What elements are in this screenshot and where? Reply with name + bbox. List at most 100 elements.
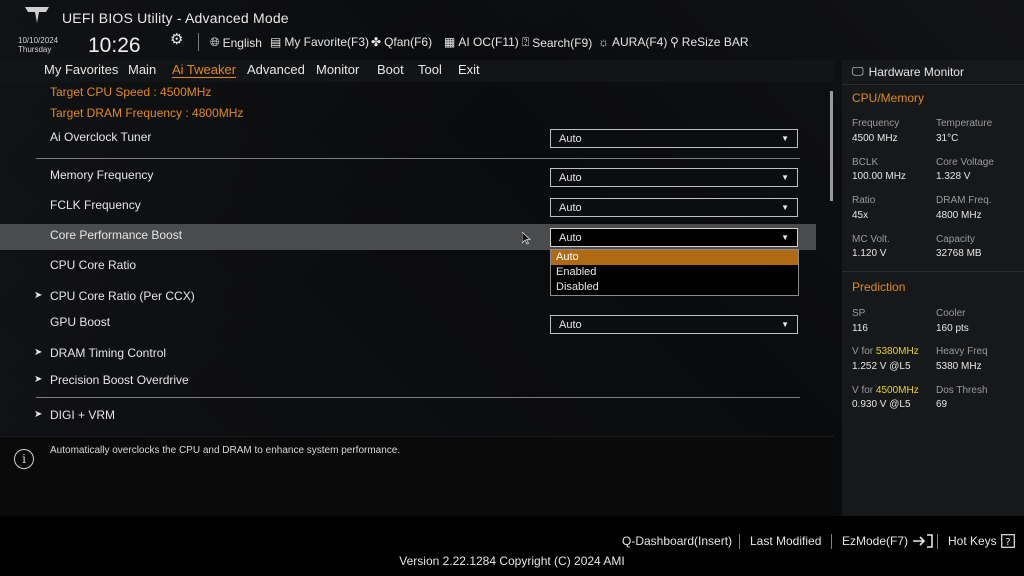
clock[interactable]: 10:26 xyxy=(88,34,141,58)
q-dashboard-label: Q-Dashboard(Insert) xyxy=(622,534,733,548)
divider xyxy=(36,397,800,398)
v-for-frequency: 4500MHz xyxy=(875,385,919,396)
memory-frequency-dropdown[interactable]: Auto ▼ xyxy=(550,168,798,187)
favorite-icon: ▤ xyxy=(270,35,282,49)
globe-icon: 🌐︎ xyxy=(210,35,220,49)
footer-bar: Q-Dashboard(Insert) Last Modified EzMode… xyxy=(0,516,1024,576)
version-text: Version 2.22.1284 Copyright (C) 2024 AMI xyxy=(399,554,625,568)
caret-down-icon: ▼ xyxy=(781,233,789,242)
search-icon: ⍰ xyxy=(522,35,530,49)
my-favorite-button[interactable]: ▤ My Favorite(F3) xyxy=(270,35,369,49)
tab-my-favorites[interactable]: My Favorites xyxy=(44,62,118,77)
my-favorite-label: My Favorite(F3) xyxy=(284,35,370,49)
hw-key: Heavy Freq xyxy=(936,346,988,357)
dropdown-option[interactable]: Auto xyxy=(551,250,798,265)
search-label: Search(F9) xyxy=(532,35,593,50)
caret-down-icon: ▼ xyxy=(781,173,789,182)
section-prediction: Prediction xyxy=(852,280,906,294)
hw-key: V for 5380MHz xyxy=(852,346,919,357)
ai-oc-button[interactable]: ▦ AI OC(F11) xyxy=(444,35,519,49)
hw-key: Dos Thresh xyxy=(936,385,988,396)
hw-key: V for 4500MHz xyxy=(852,385,919,396)
hw-value: 1.120 V xyxy=(852,248,887,259)
hw-value: 31°C xyxy=(936,133,959,144)
tab-exit[interactable]: Exit xyxy=(458,62,480,77)
app-title: UEFI BIOS Utility - Advanced Mode xyxy=(62,10,289,26)
hw-value: 1.328 V xyxy=(936,171,971,182)
core-performance-boost-dropdown[interactable]: Auto ▼ xyxy=(550,228,798,247)
search-button[interactable]: ⍰ Search(F9) xyxy=(522,35,592,50)
hw-key: Frequency xyxy=(852,118,900,129)
caret-down-icon: ▼ xyxy=(781,203,789,212)
setting-label[interactable]: CPU Core Ratio xyxy=(50,258,136,272)
top-bar: UEFI BIOS Utility - Advanced Mode 10/10/… xyxy=(0,0,1024,60)
hw-key: MC Volt. xyxy=(852,234,890,245)
dropdown-value: Auto xyxy=(559,232,582,244)
dropdown-value: Auto xyxy=(559,172,582,184)
question-icon: ? xyxy=(1000,534,1015,548)
hw-key: Capacity xyxy=(936,234,975,245)
hw-key: Ratio xyxy=(852,195,876,206)
info-icon: i xyxy=(14,449,34,469)
tuf-logo xyxy=(25,7,49,23)
submenu-label[interactable]: CPU Core Ratio (Per CCX) xyxy=(50,289,195,303)
hardware-monitor-title: 🖵︎ Hardware Monitor xyxy=(852,64,964,79)
hw-value: 1.252 V @L5 xyxy=(852,361,911,372)
chevron-right-icon: ➤ xyxy=(34,347,43,358)
hw-value: 160 pts xyxy=(936,323,969,334)
tab-monitor[interactable]: Monitor xyxy=(316,62,359,77)
dropdown-option[interactable]: Enabled xyxy=(551,265,798,280)
v-for-frequency: 5380MHz xyxy=(875,346,919,357)
tab-advanced[interactable]: Advanced xyxy=(247,62,305,77)
svg-text:?: ? xyxy=(1005,537,1010,548)
language-button[interactable]: 🌐︎ English xyxy=(210,35,262,50)
submenu-label[interactable]: DRAM Timing Control xyxy=(50,346,166,360)
ai-oc-label: AI OC(F11) xyxy=(458,35,519,49)
dropdown-menu: Auto Enabled Disabled xyxy=(550,249,799,296)
gpu-boost-dropdown[interactable]: Auto ▼ xyxy=(550,315,798,334)
hw-key: Core Voltage xyxy=(936,157,994,168)
hw-value: 4500 MHz xyxy=(852,133,898,144)
submenu-label[interactable]: DIGI + VRM xyxy=(50,408,115,422)
q-dashboard-button[interactable]: Q-Dashboard(Insert) xyxy=(622,534,732,548)
divider xyxy=(36,158,800,159)
hw-key: Cooler xyxy=(936,308,966,319)
gear-icon[interactable]: ⚙ xyxy=(170,30,183,48)
hw-value: 69 xyxy=(936,399,948,410)
tab-ai-tweaker[interactable]: Ai Tweaker xyxy=(172,62,237,78)
scrollbar[interactable] xyxy=(830,91,833,201)
submenu-label[interactable]: Precision Boost Overdrive xyxy=(50,373,189,387)
caret-down-icon: ▼ xyxy=(781,134,789,143)
monitor-icon: 🖵︎ xyxy=(852,64,864,78)
setting-label: FCLK Frequency xyxy=(50,198,141,212)
hw-value: 5380 MHz xyxy=(936,361,982,372)
setting-label: GPU Boost xyxy=(50,315,111,329)
tab-main[interactable]: Main xyxy=(128,62,156,77)
last-modified-button[interactable]: Last Modified xyxy=(750,534,821,548)
tab-tool[interactable]: Tool xyxy=(418,62,442,77)
v-for-label: V for xyxy=(852,346,874,357)
ezmode-button[interactable]: EzMode(F7) xyxy=(842,534,934,548)
main-nav: My Favorites Main Ai Tweaker Advanced Mo… xyxy=(0,60,834,82)
target-cpu-speed: Target CPU Speed : 4500MHz xyxy=(50,85,212,99)
setting-label: Memory Frequency xyxy=(50,168,154,182)
resize-bar-label: ReSize BAR xyxy=(681,35,749,49)
divider xyxy=(198,33,199,51)
resize-bar-button[interactable]: ⚲ ReSize BAR xyxy=(670,35,749,49)
hw-key: SP xyxy=(852,308,866,319)
fclk-frequency-dropdown[interactable]: Auto ▼ xyxy=(550,198,798,217)
qfan-button[interactable]: ✤ Qfan(F6) xyxy=(371,35,432,49)
aura-label: AURA(F4) xyxy=(612,35,668,49)
hot-keys-button[interactable]: Hot Keys ? xyxy=(948,534,1015,548)
aura-button[interactable]: ☼ AURA(F4) xyxy=(598,35,667,49)
exit-arrow-icon xyxy=(913,534,933,548)
tab-boot[interactable]: Boot xyxy=(377,62,404,77)
section-cpu-memory: CPU/Memory xyxy=(852,91,925,105)
ai-overclock-tuner-dropdown[interactable]: Auto ▼ xyxy=(550,129,798,148)
dropdown-option[interactable]: Disabled xyxy=(551,280,798,295)
chevron-right-icon: ➤ xyxy=(34,374,43,385)
divider xyxy=(937,534,938,549)
dropdown-value: Auto xyxy=(559,319,582,331)
date-text: 10/10/2024 xyxy=(18,36,59,45)
divider xyxy=(842,271,1024,272)
